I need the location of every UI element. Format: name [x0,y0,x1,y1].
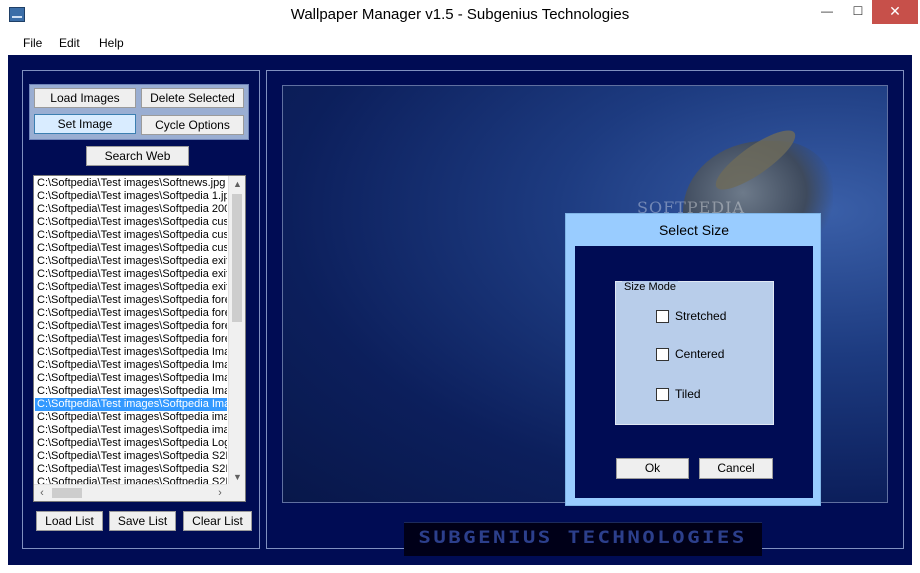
stretched-checkbox[interactable] [656,309,669,323]
set-image-button[interactable]: Set Image [34,114,136,134]
scroll-down-icon[interactable]: ▼ [229,469,245,485]
cancel-button[interactable]: Cancel [699,458,773,479]
select-size-dialog: Select Size Size Mode Stretched Centered… [565,213,821,506]
left-panel: Load Images Delete Selected Set Image Cy… [22,70,260,549]
list-item[interactable]: C:\Softpedia\Test images\Softpedia S2I [35,463,227,476]
menu-help[interactable]: Help [99,36,124,50]
scroll-up-icon[interactable]: ▲ [229,176,245,192]
list-item[interactable]: C:\Softpedia\Test images\Softpedia exif [35,281,227,294]
search-web-button[interactable]: Search Web [86,146,189,166]
horizontal-scroll-thumb[interactable] [52,488,82,498]
centered-label: Centered [675,347,725,361]
save-list-button[interactable]: Save List [109,511,176,531]
list-item[interactable]: C:\Softpedia\Test images\Softpedia fore [35,320,227,333]
dialog-body: Size Mode Stretched Centered Tiled Ok Ca… [575,246,813,498]
tiled-label: Tiled [675,387,701,401]
vertical-scrollbar[interactable]: ▲ ▼ [228,176,245,485]
load-images-button[interactable]: Load Images [34,88,136,108]
stretched-label: Stretched [675,309,727,323]
list-item[interactable]: C:\Softpedia\Test images\Softpedia Ima [35,385,227,398]
list-item[interactable]: C:\Softpedia\Test images\Softpedia Ima [35,372,227,385]
cycle-options-button[interactable]: Cycle Options [141,115,244,135]
dialog-title: Select Size [658,222,730,238]
minimize-button[interactable]: — [810,0,844,24]
list-item[interactable]: C:\Softpedia\Test images\Softpedia ima [35,411,227,424]
maximize-button[interactable]: ☐ [844,0,872,24]
stretched-option[interactable]: Stretched [656,309,726,323]
scrollbar-corner [227,484,245,501]
size-mode-group: Size Mode Stretched Centered Tiled [615,281,774,425]
list-item[interactable]: C:\Softpedia\Test images\Softpedia fore [35,333,227,346]
list-item[interactable]: C:\Softpedia\Test images\Softpedia exif [35,268,227,281]
vertical-scroll-thumb[interactable] [232,194,242,322]
load-list-button[interactable]: Load List [36,511,103,531]
size-mode-label: Size Mode [622,281,678,293]
menu-file[interactable]: File [23,36,42,50]
window-title: Wallpaper Manager v1.5 - Subgenius Techn… [290,6,630,23]
list-item[interactable]: C:\Softpedia\Test images\Softpedia fore [35,307,227,320]
list-item[interactable]: C:\Softpedia\Test images\Softpedia Ima [35,398,227,411]
ok-button[interactable]: Ok [616,458,689,479]
horizontal-scrollbar[interactable]: ‹ › [34,484,228,501]
list-item[interactable]: C:\Softpedia\Test images\Softpedia cus [35,216,227,229]
image-file-list[interactable]: C:\Softpedia\Test images\Softnews.jpg C:\… [33,175,246,502]
list-item[interactable]: C:\Softpedia\Test images\Softpedia 1.jpg [35,190,227,203]
list-item[interactable]: C:\Softpedia\Test images\Softpedia S2I [35,450,227,463]
list-item[interactable]: C:\Softpedia\Test images\Softpedia 200 [35,203,227,216]
list-item[interactable]: C:\Softpedia\Test images\Softpedia Ima [35,346,227,359]
close-button[interactable]: ✕ [872,0,918,24]
list-item[interactable]: C:\Softpedia\Test images\Softnews.jpg [35,177,227,190]
list-item[interactable]: C:\Softpedia\Test images\Softpedia Log [35,437,227,450]
scroll-left-icon[interactable]: ‹ [34,485,50,501]
menu-edit[interactable]: Edit [59,36,80,50]
action-button-group: Load Images Delete Selected Set Image Cy… [29,84,249,140]
list-item[interactable]: C:\Softpedia\Test images\Softpedia Ima [35,359,227,372]
list-item[interactable]: C:\Softpedia\Test images\Softpedia fore [35,294,227,307]
title-bar: Wallpaper Manager v1.5 - Subgenius Techn… [0,0,920,31]
list-item[interactable]: C:\Softpedia\Test images\Softpedia exif [35,255,227,268]
menu-bar: File Edit Help [8,31,912,55]
tiled-option[interactable]: Tiled [656,387,701,401]
list-item[interactable]: C:\Softpedia\Test images\Softpedia ima [35,424,227,437]
scroll-right-icon[interactable]: › [212,485,228,501]
clear-list-button[interactable]: Clear List [183,511,252,531]
centered-option[interactable]: Centered [656,347,724,361]
list-item[interactable]: C:\Softpedia\Test images\Softpedia cus [35,229,227,242]
company-logo-text: SUBGENIUS TECHNOLOGIES [418,528,748,548]
file-list-rows: C:\Softpedia\Test images\Softnews.jpg C:\… [35,177,227,489]
tiled-checkbox[interactable] [656,387,669,401]
list-item[interactable]: C:\Softpedia\Test images\Softpedia cus [35,242,227,255]
centered-checkbox[interactable] [656,347,669,361]
company-logo-banner: SUBGENIUS TECHNOLOGIES [404,522,762,556]
delete-selected-button[interactable]: Delete Selected [141,88,244,108]
